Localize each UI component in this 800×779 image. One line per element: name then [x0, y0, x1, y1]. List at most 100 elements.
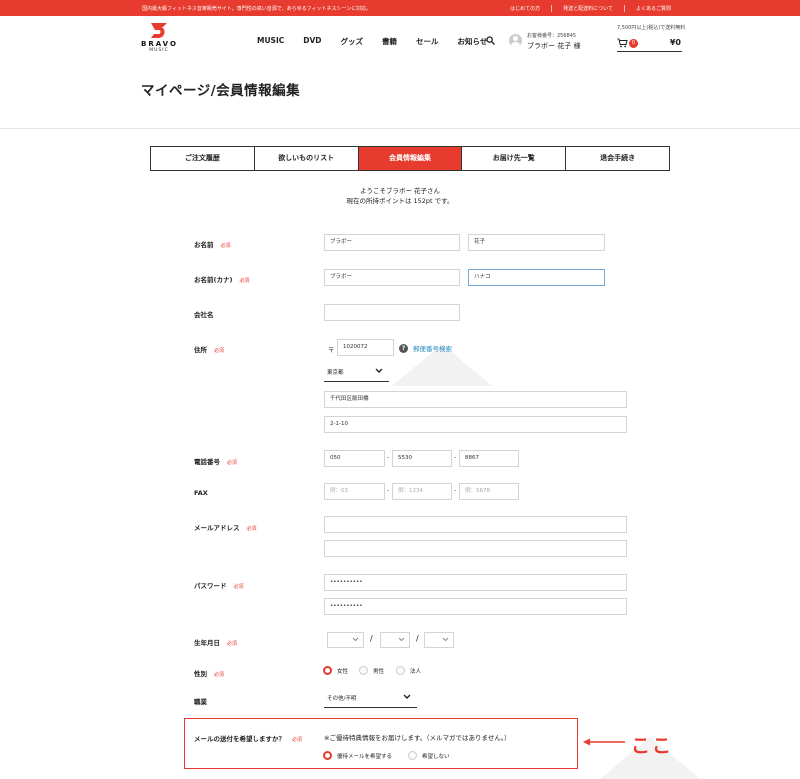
radio-label: 女性: [337, 668, 349, 675]
prefecture-value: 東京都: [327, 370, 344, 376]
user-name[interactable]: ブラボー 花子 様: [527, 41, 580, 51]
zip-input[interactable]: 1020072: [337, 339, 394, 356]
radio-label: 男性: [373, 668, 385, 675]
nav-music[interactable]: MUSIC: [257, 36, 284, 47]
top-bar: 国内最大級フィットネス音楽販売サイト。専門性の高い音源で、あらゆるフィットネスシ…: [0, 0, 800, 16]
nav-sale[interactable]: セール: [416, 36, 439, 47]
fax-separator: .: [454, 485, 457, 493]
gender-male-radio[interactable]: 男性: [359, 666, 384, 675]
company-label: 会社名: [194, 311, 214, 319]
mail-yes-radio[interactable]: 優待メールを希望する: [323, 751, 392, 760]
birth-day-select[interactable]: [424, 632, 454, 648]
chevron-down-icon: [442, 637, 449, 642]
required-badge: 必須: [227, 641, 238, 647]
welcome-message: ようこそブラボー 花子さん 現在の所持ポイントは 152pt です。: [0, 186, 800, 206]
radio-dot[interactable]: [396, 666, 405, 675]
radio-label: 優待メールを希望する: [337, 753, 393, 760]
page-title: マイページ/会員情報編集: [141, 83, 301, 99]
gender-female-radio[interactable]: 女性: [323, 666, 348, 675]
job-value: その他/不明: [327, 696, 357, 702]
tab-wishlist[interactable]: 欲しいものリスト: [253, 147, 358, 170]
logo-sub-text: MUSIC: [149, 48, 169, 53]
date-separator: /: [416, 634, 419, 643]
nav-books[interactable]: 書籍: [382, 36, 397, 47]
birth-month-select[interactable]: [380, 632, 410, 648]
birth-year-select[interactable]: [327, 632, 364, 648]
first-name-kana-input[interactable]: ハナコ: [468, 269, 605, 286]
chevron-down-icon: [352, 637, 359, 642]
radio-dot[interactable]: [323, 666, 332, 675]
nav-news[interactable]: お知らせ: [458, 36, 488, 47]
tab-shipping-addresses[interactable]: お届け先一覧: [461, 147, 565, 170]
header: BRAVO MUSIC MUSIC DVD グッズ 書籍 セール お知らせ お客…: [0, 16, 800, 66]
date-separator: /: [370, 634, 373, 643]
address-label: 住所 必須: [194, 346, 225, 354]
top-links: はじめての方 発送と配送料について よくあるご質問: [499, 5, 682, 12]
tab-member-edit[interactable]: 会員情報編集: [357, 147, 462, 170]
required-badge: 必須: [239, 278, 250, 284]
address-line2-input[interactable]: 2-1-10: [324, 416, 627, 433]
birthday-label: 生年月日 必須: [194, 639, 238, 647]
cart-icon: [617, 38, 628, 48]
fax-part3-input[interactable]: 例：5678: [459, 483, 519, 500]
tel-part3-input[interactable]: 8867: [459, 450, 519, 467]
fax-label: FAX: [194, 489, 208, 497]
radio-dot[interactable]: [323, 751, 332, 760]
tel-separator: .: [454, 452, 457, 460]
nav-dvd[interactable]: DVD: [303, 36, 321, 47]
tel-part1-input[interactable]: 050: [324, 450, 385, 467]
fax-separator: .: [387, 485, 390, 493]
zip-search-link[interactable]: 郵便番号検索: [413, 343, 452, 353]
link-first-time[interactable]: はじめての方: [499, 5, 551, 12]
prefecture-select[interactable]: 東京都: [324, 365, 389, 382]
mail-pref-label: メールの送付を希望しますか？ 必須: [194, 735, 303, 743]
fax-part1-input[interactable]: 例：03: [324, 483, 385, 500]
email-confirm-input[interactable]: [324, 540, 627, 557]
tel-separator: .: [387, 452, 390, 460]
avatar-icon[interactable]: [509, 34, 522, 47]
tel-part2-input[interactable]: 5530: [392, 450, 452, 467]
email-label: メールアドレス 必須: [194, 524, 257, 532]
customer-number: お客様番号：256845: [527, 33, 577, 39]
required-badge: 必須: [214, 348, 225, 354]
radio-label: 法人: [410, 668, 422, 675]
company-input[interactable]: [324, 304, 460, 321]
first-name-input[interactable]: 花子: [468, 234, 605, 251]
postal-mark: 〒: [328, 346, 335, 354]
job-select[interactable]: その他/不明: [324, 691, 417, 708]
password-input[interactable]: ••••••••••: [324, 574, 627, 591]
required-badge: 必須: [220, 243, 231, 249]
address-line1-input[interactable]: 千代田区飯田橋: [324, 391, 627, 408]
radio-label: 希望しない: [422, 753, 450, 760]
cart-total: ¥0: [669, 38, 681, 47]
last-name-kana-input[interactable]: ブラボー: [324, 269, 460, 286]
tab-order-history[interactable]: ご注文履歴: [151, 147, 254, 170]
radio-dot[interactable]: [359, 666, 368, 675]
fax-part2-input[interactable]: 例：1234: [392, 483, 452, 500]
kana-label: お名前(カナ) 必須: [194, 276, 250, 284]
link-faq[interactable]: よくあるご質問: [623, 5, 682, 12]
last-name-input[interactable]: ブラボー: [324, 234, 460, 251]
site-tagline: 国内最大級フィットネス音楽販売サイト。専門性の高い音源で、あらゆるフィットネスシ…: [142, 6, 372, 12]
tab-withdrawal[interactable]: 退会手続き: [565, 147, 669, 170]
logo[interactable]: BRAVO MUSIC: [141, 22, 177, 53]
job-label: 職業: [194, 698, 207, 706]
mail-no-radio[interactable]: 希望しない: [408, 751, 450, 760]
password-confirm-input[interactable]: ••••••••••: [324, 598, 627, 615]
annotation-text: ここ: [631, 735, 674, 757]
arrow-left-icon: [583, 738, 625, 746]
cart-count-badge: 0: [629, 39, 638, 48]
nav-goods[interactable]: グッズ: [341, 36, 364, 47]
cart[interactable]: 0 ¥0: [617, 36, 682, 52]
main-nav: MUSIC DVD グッズ 書籍 セール お知らせ: [257, 36, 487, 47]
required-badge: 必須: [214, 672, 225, 678]
help-icon[interactable]: ?: [399, 344, 408, 353]
gender-corporate-radio[interactable]: 法人: [396, 666, 421, 675]
radio-dot[interactable]: [408, 751, 417, 760]
mypage-tabs: ご注文履歴 欲しいものリスト 会員情報編集 お届け先一覧 退会手続き: [150, 146, 670, 171]
link-shipping[interactable]: 発送と配送料について: [551, 5, 624, 12]
logo-mark-icon: [151, 23, 167, 38]
search-icon[interactable]: [486, 36, 495, 45]
gender-label: 性別 必須: [194, 670, 225, 678]
email-input[interactable]: [324, 516, 627, 533]
